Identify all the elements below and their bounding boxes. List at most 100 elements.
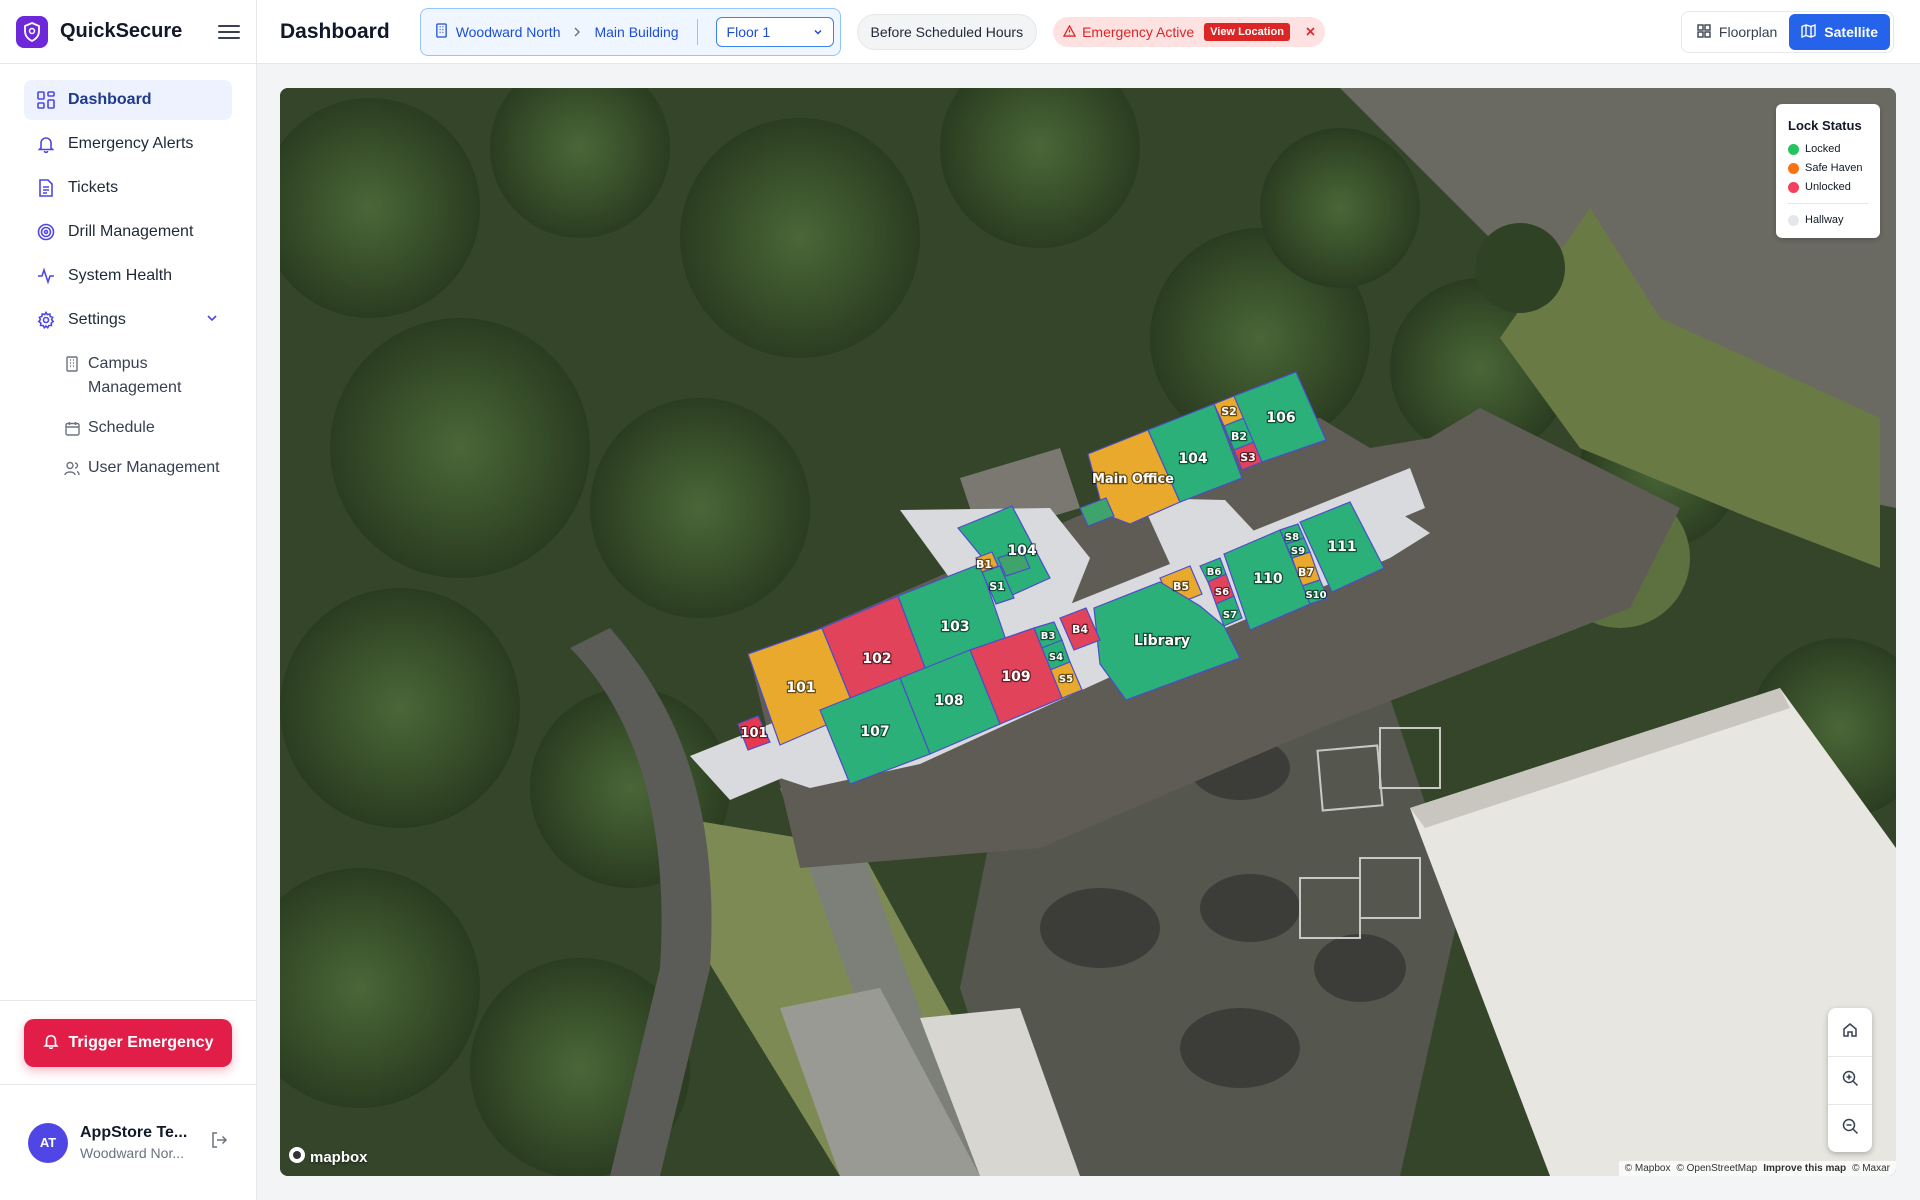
breadcrumb-building[interactable]: Main Building (594, 24, 678, 40)
label-b7: B7 (1298, 566, 1314, 579)
top-header: Dashboard Woodward North Main Building F… (257, 0, 1920, 64)
sidebar-item-label: System Health (68, 267, 173, 284)
logout-icon[interactable] (210, 1131, 228, 1154)
zoom-in-icon (1842, 1070, 1859, 1092)
mapbox-wordmark: mapbox (310, 1148, 368, 1166)
sidebar-item-emergency-alerts[interactable]: Emergency Alerts (24, 124, 232, 164)
trigger-section: Trigger Emergency (0, 1000, 256, 1085)
zoom-out-button[interactable] (1828, 1104, 1872, 1152)
building-icon (435, 22, 448, 41)
legend-item-unlocked: Unlocked (1788, 181, 1868, 193)
shield-logo-icon (16, 15, 48, 48)
zoom-in-button[interactable] (1828, 1056, 1872, 1104)
label-111: 111 (1327, 539, 1356, 555)
breadcrumb: Woodward North Main Building Floor 1 (419, 7, 841, 56)
brand-bar: QuickSecure (0, 0, 256, 64)
attrib-improve-link[interactable]: Improve this map (1763, 1163, 1846, 1174)
attrib-osm[interactable]: © OpenStreetMap (1677, 1163, 1758, 1174)
label-s5: S5 (1059, 674, 1073, 685)
label-b5: B5 (1173, 580, 1189, 593)
breadcrumb-campus[interactable]: Woodward North (456, 24, 561, 40)
view-location-button[interactable]: View Location (1204, 22, 1290, 41)
building-icon (64, 356, 80, 372)
sidebar-item-tickets[interactable]: Tickets (24, 168, 232, 208)
sidebar: QuickSecure Dashboard Emergency Alerts T… (0, 0, 257, 1200)
home-button[interactable] (1828, 1008, 1872, 1056)
gear-icon (36, 310, 56, 330)
label-b1: B1 (976, 558, 992, 571)
chevron-down-icon (813, 24, 823, 40)
legend-dot (1788, 214, 1799, 226)
sidebar-item-dashboard[interactable]: Dashboard (24, 80, 232, 120)
legend-dot (1788, 181, 1799, 193)
label-s10: S10 (1305, 590, 1326, 601)
sidebar-subitem-label: Schedule (88, 419, 155, 436)
label-main-office: Main Office (1092, 472, 1174, 487)
page-title: Dashboard (280, 19, 390, 43)
label-s2: S2 (1221, 405, 1237, 418)
legend-divider (1788, 203, 1868, 204)
schedule-status-badge: Before Scheduled Hours (856, 13, 1038, 50)
sidebar-item-label: Dashboard (68, 91, 152, 108)
alert-triangle-icon (1062, 24, 1077, 40)
user-name: AppStore Te... (80, 1124, 188, 1141)
mapbox-icon (288, 1146, 306, 1168)
bell-icon (42, 1033, 59, 1054)
floorplan-label: Floorplan (1718, 24, 1778, 40)
trigger-emergency-button[interactable]: Trigger Emergency (24, 1019, 232, 1067)
floorplan-toggle-button[interactable]: Floorplan (1685, 14, 1789, 50)
label-library: Library (1134, 633, 1190, 649)
map-icon (1801, 23, 1816, 41)
close-icon[interactable] (1306, 24, 1315, 39)
dashboard-icon (36, 90, 56, 110)
sidebar-item-label: Emergency Alerts (68, 135, 194, 152)
sidebar-item-label: Settings (68, 311, 126, 328)
zoom-out-icon (1842, 1118, 1859, 1140)
chevron-right-icon (572, 24, 582, 40)
satellite-toggle-button[interactable]: Satellite (1789, 14, 1890, 50)
sidebar-subitem-schedule[interactable]: Schedule (24, 408, 232, 448)
map-scene: 101 101 102 103 104 B1 S1 Main Office 10… (280, 88, 1896, 1176)
users-icon (64, 460, 80, 476)
sidebar-subitem-campus-management[interactable]: Campus Management (24, 344, 232, 408)
document-icon (36, 178, 56, 198)
sidebar-item-settings[interactable]: Settings (24, 300, 232, 340)
sidebar-subitem-user-management[interactable]: User Management (24, 448, 232, 488)
chevron-down-icon[interactable] (206, 311, 218, 329)
floor-select[interactable]: Floor 1 (715, 16, 834, 47)
label-109: 109 (1001, 669, 1030, 685)
sidebar-item-drill-management[interactable]: Drill Management (24, 212, 232, 252)
label-s1: S1 (989, 580, 1005, 593)
target-icon (36, 222, 56, 242)
attrib-mapbox[interactable]: © Mapbox (1625, 1163, 1671, 1174)
sidebar-subitem-label: User Management (88, 459, 220, 476)
app-name: QuickSecure (60, 20, 183, 42)
label-104-right: 104 (1178, 451, 1207, 467)
sidebar-item-system-health[interactable]: System Health (24, 256, 232, 296)
avatar[interactable]: AT (28, 1122, 68, 1163)
legend-label: Safe Haven (1805, 162, 1863, 174)
hamburger-menu-icon[interactable] (218, 21, 240, 43)
bell-icon (36, 134, 56, 154)
user-profile: AT AppStore Te... Woodward Nor... (0, 1084, 256, 1200)
label-s7: S7 (1223, 610, 1237, 621)
home-icon (1842, 1022, 1858, 1043)
legend-item-hallway: Hallway (1788, 214, 1868, 226)
label-102: 102 (862, 651, 891, 667)
attrib-maxar[interactable]: © Maxar (1852, 1163, 1890, 1174)
mapbox-logo[interactable]: mapbox (288, 1146, 368, 1168)
emergency-status-badge: Emergency Active View Location (1053, 16, 1325, 47)
divider (696, 18, 698, 45)
legend-label: Hallway (1805, 214, 1844, 226)
legend-title: Lock Status (1788, 118, 1862, 133)
user-org: Woodward Nor... (80, 1145, 185, 1161)
sidebar-item-label: Drill Management (68, 223, 194, 240)
label-101-small: 101 (740, 726, 767, 741)
user-text: AppStore Te... Woodward Nor... (80, 1124, 190, 1161)
legend-dot (1788, 162, 1799, 174)
label-s3: S3 (1240, 451, 1256, 464)
satellite-map[interactable]: 101 101 102 103 104 B1 S1 Main Office 10… (280, 88, 1896, 1176)
activity-icon (36, 266, 56, 286)
label-s4: S4 (1049, 652, 1063, 663)
legend-dot (1788, 143, 1799, 155)
